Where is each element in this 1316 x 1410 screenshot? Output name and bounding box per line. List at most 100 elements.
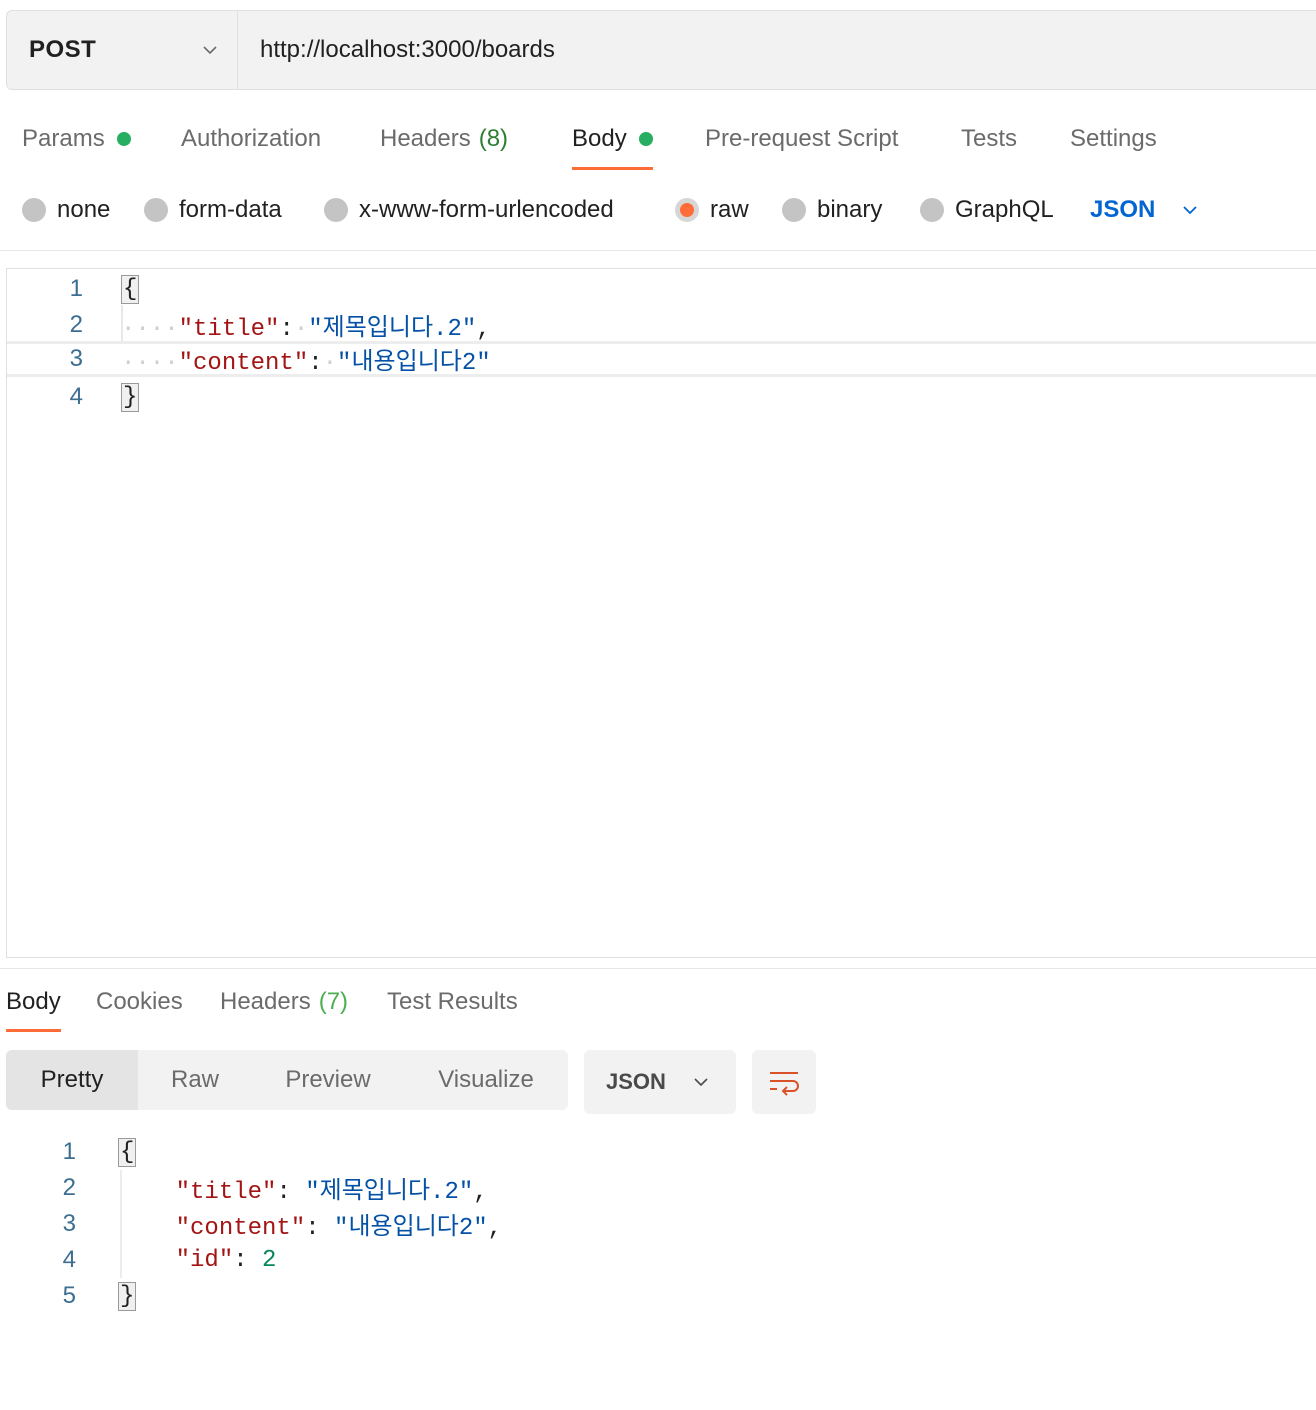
response-tab-body[interactable]: Body (6, 972, 61, 1032)
code-line: 2 "title": "제목입니다.2", (0, 1170, 488, 1206)
response-body-viewer: 1 { 2 "title": "제목입니다.2", 3 "content": "… (0, 1134, 1316, 1334)
tab-label: Pre-request Script (705, 125, 899, 152)
line-number: 5 (62, 1282, 76, 1309)
radio-circle (22, 198, 46, 222)
radio-graphql[interactable]: GraphQL (920, 186, 1054, 234)
tab-headers[interactable]: Headers (8) (380, 108, 508, 170)
radio-circle (324, 198, 348, 222)
code-line-current: 3 ····"content":·"내용입니다2" (7, 341, 1316, 377)
tab-label: Headers (220, 988, 311, 1015)
radio-circle (782, 198, 806, 222)
line-number: 4 (62, 1246, 76, 1273)
json-key: "content" (178, 350, 309, 377)
code-line: 4 } (7, 379, 1316, 415)
tab-label: Body (572, 125, 627, 152)
url-input[interactable]: http://localhost:3000/boards (238, 11, 1316, 89)
radio-label: x-www-form-urlencoded (359, 196, 614, 223)
response-format-select[interactable]: JSON (584, 1050, 736, 1114)
line-number: 1 (62, 1138, 76, 1165)
json-key: "title" (175, 1179, 277, 1206)
format-label: JSON (1090, 196, 1156, 223)
radio-label: GraphQL (955, 196, 1054, 223)
divider (0, 250, 1316, 251)
json-key: "title" (178, 316, 280, 343)
request-bar: POST http://localhost:3000/boards (6, 10, 1316, 90)
tab-count: (7) (318, 988, 349, 1015)
tab-authorization[interactable]: Authorization (181, 108, 321, 170)
radio-none[interactable]: none (22, 186, 110, 234)
tab-tests[interactable]: Tests (961, 108, 1017, 170)
format-label: JSON (606, 1069, 666, 1094)
code-line: 1 { (0, 1134, 137, 1170)
radio-x-www-form-urlencoded[interactable]: x-www-form-urlencoded (324, 186, 614, 234)
json-string: "제목입니다.2" (305, 1179, 474, 1206)
status-dot (638, 132, 653, 146)
wrap-lines-icon (770, 1072, 799, 1096)
body-format-select[interactable]: JSON (1090, 186, 1197, 234)
line-number: 2 (62, 1174, 76, 1201)
view-visualize-button[interactable]: Visualize (404, 1050, 568, 1110)
method-label: POST (29, 36, 97, 63)
tab-body[interactable]: Body (572, 108, 653, 170)
open-brace: { (121, 274, 140, 304)
view-preview-button[interactable]: Preview (252, 1050, 404, 1110)
radio-circle (920, 198, 944, 222)
close-brace: } (118, 1281, 137, 1311)
radio-raw[interactable]: raw (675, 186, 749, 234)
line-number: 3 (62, 1210, 76, 1237)
code-line: 5 } (0, 1278, 137, 1314)
request-body-editor[interactable]: 1 { 2 ····"title":·"제목입니다.2", 3 ····"con… (6, 268, 1316, 958)
tab-label: Body (6, 988, 61, 1015)
response-tab-test-results[interactable]: Test Results (387, 972, 518, 1032)
view-raw-button[interactable]: Raw (138, 1050, 252, 1110)
request-tabs: Params Authorization Headers (8) Body Pr… (0, 108, 1316, 170)
tab-label: Test Results (387, 988, 518, 1015)
body-type-options: none form-data x-www-form-urlencoded raw… (0, 186, 1316, 234)
code-line: 4 "id": 2 (0, 1242, 277, 1278)
tab-params[interactable]: Params (22, 108, 131, 170)
radio-circle-selected (675, 198, 699, 222)
wrap-lines-button[interactable] (752, 1050, 816, 1114)
tab-count: (8) (478, 125, 509, 152)
code-line: 1 { (7, 271, 1316, 307)
divider (0, 968, 1316, 969)
chevron-down-icon (1183, 206, 1197, 215)
json-string: "내용입니다2" (334, 1215, 488, 1242)
response-tab-headers[interactable]: Headers (7) (220, 972, 348, 1032)
radio-label: form-data (179, 196, 282, 223)
tab-label: Authorization (181, 125, 322, 152)
json-number: 2 (262, 1246, 277, 1274)
view-pretty-button[interactable]: Pretty (6, 1050, 138, 1110)
tab-label: Headers (380, 125, 471, 152)
json-string: "제목입니다.2" (308, 316, 477, 343)
method-select[interactable]: POST (7, 11, 238, 89)
line-number: 2 (69, 311, 83, 338)
json-key: "content" (175, 1215, 306, 1242)
response-tabs: Body Cookies Headers (7) Test Results (0, 972, 1316, 1034)
open-brace: { (118, 1137, 137, 1167)
radio-label: binary (817, 196, 883, 223)
tab-pre-request-script[interactable]: Pre-request Script (705, 108, 898, 170)
tab-label: Tests (961, 125, 1018, 152)
line-number: 3 (69, 345, 83, 372)
line-number: 4 (69, 383, 83, 410)
response-view-toggle: Pretty Raw Preview Visualize (6, 1050, 568, 1110)
json-string: "내용입니다2" (337, 350, 491, 377)
radio-form-data[interactable]: form-data (144, 186, 282, 234)
response-tab-cookies[interactable]: Cookies (96, 972, 183, 1032)
radio-label: none (57, 196, 111, 223)
tab-label: Cookies (96, 988, 183, 1015)
code-line: 3 "content": "내용입니다2", (0, 1206, 502, 1242)
code-line: 2 ····"title":·"제목입니다.2", (7, 307, 1316, 343)
line-number: 1 (69, 275, 83, 302)
chevron-down-icon (694, 1078, 708, 1087)
chevron-down-icon (203, 46, 217, 55)
radio-circle (144, 198, 168, 222)
status-dot (116, 132, 131, 146)
radio-binary[interactable]: binary (782, 186, 882, 234)
tab-settings[interactable]: Settings (1070, 108, 1157, 170)
close-brace: } (121, 382, 140, 412)
tab-label: Params (22, 125, 105, 152)
radio-label: raw (710, 196, 749, 223)
tab-label: Settings (1070, 125, 1157, 152)
